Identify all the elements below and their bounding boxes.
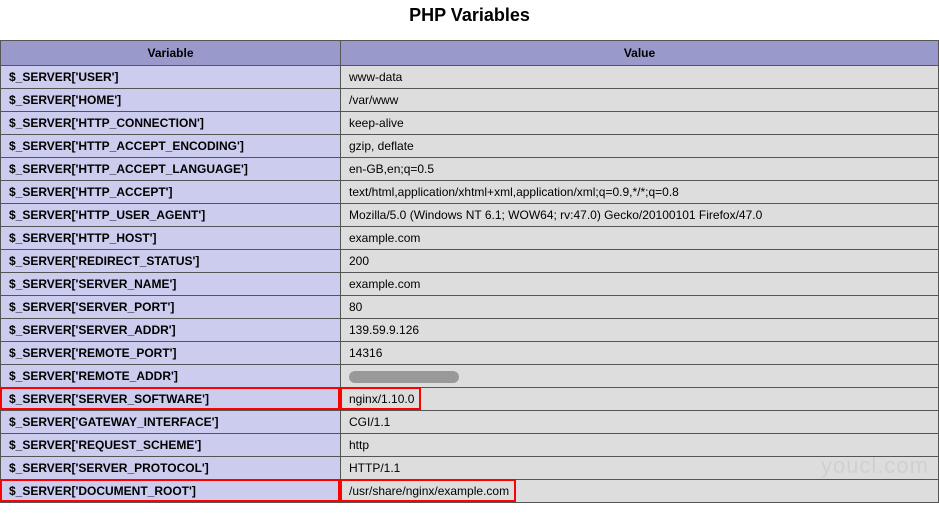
variable-name-cell: $_SERVER['REMOTE_PORT'] — [1, 342, 341, 365]
variable-value-cell: gzip, deflate — [341, 135, 939, 158]
table-row: $_SERVER['HOME']/var/www — [1, 89, 939, 112]
table-row: $_SERVER['REDIRECT_STATUS']200 — [1, 250, 939, 273]
variable-value-cell: nginx/1.10.0 — [341, 388, 939, 411]
table-row: $_SERVER['SERVER_SOFTWARE']nginx/1.10.0 — [1, 388, 939, 411]
table-row: $_SERVER['SERVER_ADDR']139.59.9.126 — [1, 319, 939, 342]
table-row: $_SERVER['SERVER_NAME']example.com — [1, 273, 939, 296]
variable-name-cell: $_SERVER['REDIRECT_STATUS'] — [1, 250, 341, 273]
variable-value-cell — [341, 365, 939, 388]
variable-value-cell: example.com — [341, 227, 939, 250]
variable-name-cell: $_SERVER['HTTP_ACCEPT_LANGUAGE'] — [1, 158, 341, 181]
variable-value-cell: /var/www — [341, 89, 939, 112]
table-row: $_SERVER['GATEWAY_INTERFACE']CGI/1.1 — [1, 411, 939, 434]
table-row: $_SERVER['REQUEST_SCHEME']http — [1, 434, 939, 457]
variable-name-cell: $_SERVER['HTTP_USER_AGENT'] — [1, 204, 341, 227]
variable-name-cell: $_SERVER['REQUEST_SCHEME'] — [1, 434, 341, 457]
variable-name-cell: $_SERVER['HTTP_ACCEPT'] — [1, 181, 341, 204]
variable-name-cell: $_SERVER['REMOTE_ADDR'] — [1, 365, 341, 388]
variable-value-cell: 80 — [341, 296, 939, 319]
variable-name-cell: $_SERVER['HOME'] — [1, 89, 341, 112]
variable-name-cell: $_SERVER['GATEWAY_INTERFACE'] — [1, 411, 341, 434]
table-row: $_SERVER['USER']www-data — [1, 66, 939, 89]
table-row: $_SERVER['HTTP_USER_AGENT']Mozilla/5.0 (… — [1, 204, 939, 227]
variable-name-cell: $_SERVER['SERVER_PROTOCOL'] — [1, 457, 341, 480]
redacted-value — [349, 371, 459, 383]
table-row: $_SERVER['HTTP_ACCEPT_ENCODING']gzip, de… — [1, 135, 939, 158]
table-row: $_SERVER['REMOTE_ADDR'] — [1, 365, 939, 388]
variable-value-cell: keep-alive — [341, 112, 939, 135]
php-variables-table: Variable Value $_SERVER['USER']www-data$… — [0, 40, 939, 503]
variable-name-cell: $_SERVER['HTTP_CONNECTION'] — [1, 112, 341, 135]
page-title: PHP Variables — [0, 0, 939, 40]
table-row: $_SERVER['SERVER_PORT']80 — [1, 296, 939, 319]
variable-name-cell: $_SERVER['HTTP_HOST'] — [1, 227, 341, 250]
variable-name-cell: $_SERVER['USER'] — [1, 66, 341, 89]
table-row: $_SERVER['SERVER_PROTOCOL']HTTP/1.1 — [1, 457, 939, 480]
variable-value-cell: CGI/1.1 — [341, 411, 939, 434]
table-row: $_SERVER['REMOTE_PORT']14316 — [1, 342, 939, 365]
table-row: $_SERVER['HTTP_ACCEPT_LANGUAGE']en-GB,en… — [1, 158, 939, 181]
variable-value-cell: Mozilla/5.0 (Windows NT 6.1; WOW64; rv:4… — [341, 204, 939, 227]
variable-name-cell: $_SERVER['DOCUMENT_ROOT'] — [1, 480, 341, 503]
variable-value-cell: en-GB,en;q=0.5 — [341, 158, 939, 181]
variable-name-cell: $_SERVER['HTTP_ACCEPT_ENCODING'] — [1, 135, 341, 158]
variable-value-cell: example.com — [341, 273, 939, 296]
variable-value-cell: 14316 — [341, 342, 939, 365]
variable-name-cell: $_SERVER['SERVER_PORT'] — [1, 296, 341, 319]
table-row: $_SERVER['HTTP_HOST']example.com — [1, 227, 939, 250]
variable-name-cell: $_SERVER['SERVER_ADDR'] — [1, 319, 341, 342]
variable-value-cell: HTTP/1.1 — [341, 457, 939, 480]
variable-name-cell: $_SERVER['SERVER_NAME'] — [1, 273, 341, 296]
variable-value-cell: 139.59.9.126 — [341, 319, 939, 342]
header-variable: Variable — [1, 41, 341, 66]
table-row: $_SERVER['DOCUMENT_ROOT']/usr/share/ngin… — [1, 480, 939, 503]
variable-value-cell: text/html,application/xhtml+xml,applicat… — [341, 181, 939, 204]
table-row: $_SERVER['HTTP_CONNECTION']keep-alive — [1, 112, 939, 135]
header-value: Value — [341, 41, 939, 66]
variable-value-cell: www-data — [341, 66, 939, 89]
variable-value-cell: /usr/share/nginx/example.com — [341, 480, 939, 503]
variable-value-cell: http — [341, 434, 939, 457]
variable-name-cell: $_SERVER['SERVER_SOFTWARE'] — [1, 388, 341, 411]
variable-value-cell: 200 — [341, 250, 939, 273]
table-row: $_SERVER['HTTP_ACCEPT']text/html,applica… — [1, 181, 939, 204]
